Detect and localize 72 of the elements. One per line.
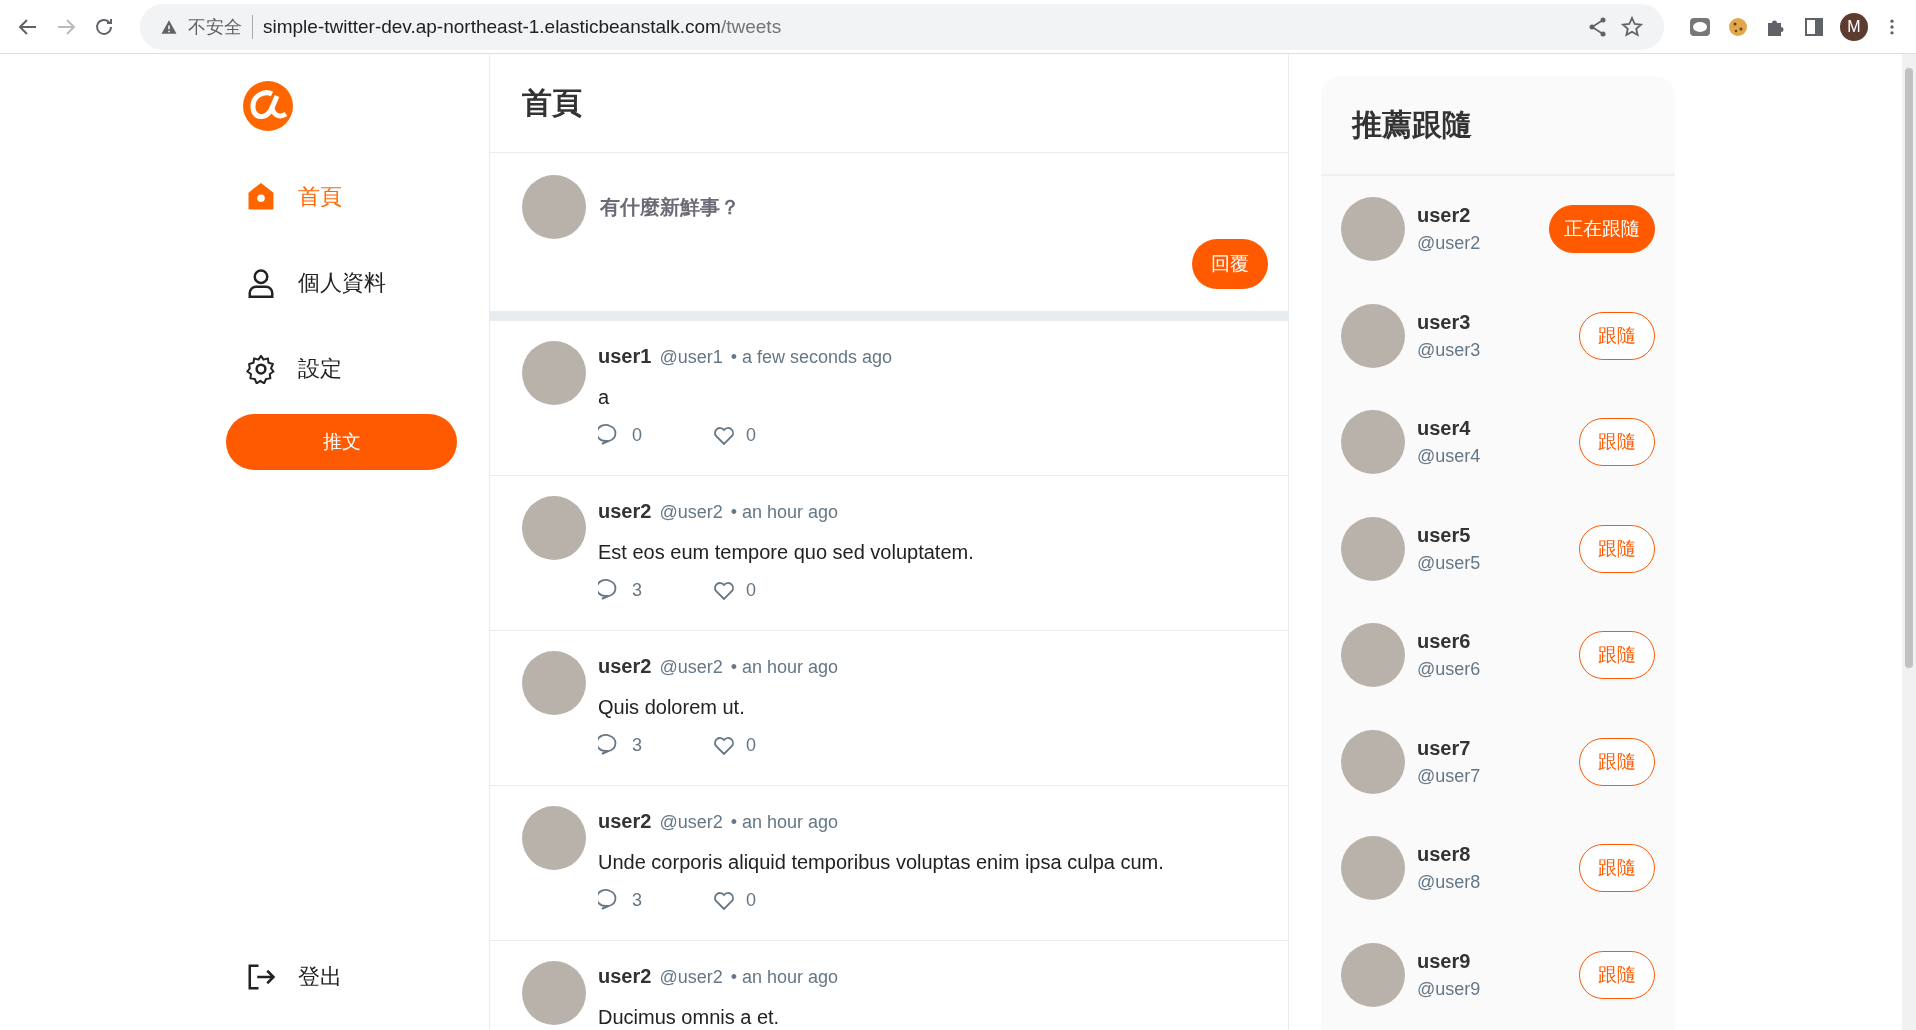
tweet-button[interactable]: 推文 — [226, 414, 457, 470]
user-handle: @user1 — [659, 347, 723, 368]
user-name[interactable]: user5 — [1417, 523, 1567, 547]
security-label: 不安全 — [188, 15, 242, 39]
reply-count[interactable]: 3 — [598, 888, 642, 912]
user-name[interactable]: user6 — [1417, 630, 1567, 654]
user-name[interactable]: user7 — [1417, 736, 1567, 760]
address-bar[interactable]: 不安全 simple-twitter-dev.ap-northeast-1.elasticbeanstalk.com/tweets — [140, 3, 1664, 50]
tweet-text: Unde corporis aliquid temporibus voluptas enim ipsa culpa cum. — [598, 851, 1164, 874]
like-count[interactable]: 0 — [712, 888, 757, 912]
user-name[interactable]: user2 — [598, 965, 652, 988]
reply-count[interactable]: 0 — [598, 423, 642, 447]
logout-item[interactable]: 登出 — [226, 934, 457, 1020]
like-count[interactable]: 0 — [712, 733, 757, 757]
tweet-text: Ducimus omnis a et. — [598, 1006, 781, 1029]
tweet-time: • an hour ago — [730, 967, 839, 988]
user-handle: @user2 — [1417, 233, 1482, 255]
user-name[interactable]: user2 — [598, 810, 652, 833]
user-name[interactable]: user8 — [1417, 843, 1567, 867]
user-handle: @user2 — [659, 502, 723, 523]
tweet-input[interactable]: 有什麼新鮮事？ — [598, 194, 1268, 220]
settings-icon — [246, 354, 276, 384]
user-name[interactable]: user9 — [1417, 949, 1567, 973]
tweet-time: • a few seconds ago — [730, 347, 893, 368]
follow-button[interactable]: 跟隨 — [1579, 844, 1655, 893]
follow-button[interactable]: 跟隨 — [1579, 418, 1655, 467]
nav-item[interactable]: 個人資料 — [226, 240, 457, 326]
tweet-time: • an hour ago — [730, 812, 839, 833]
user-handle: @user2 — [659, 657, 723, 678]
follow-button[interactable]: 跟隨 — [1579, 524, 1655, 573]
user-handle: @user3 — [1417, 339, 1482, 361]
user-name[interactable]: user2 — [598, 500, 652, 523]
scrollbar[interactable] — [1902, 54, 1916, 1030]
profile-avatar[interactable]: M — [1840, 12, 1868, 41]
user-name[interactable]: user3 — [1417, 310, 1567, 334]
user-name[interactable]: user1 — [598, 345, 652, 368]
follow-button[interactable]: 跟隨 — [1579, 737, 1655, 786]
user-handle: @user7 — [1417, 765, 1482, 787]
logo-icon[interactable] — [242, 80, 294, 132]
nav-item[interactable]: 設定 — [226, 326, 457, 412]
tweet-time: • an hour ago — [730, 502, 839, 523]
user-name[interactable]: user2 — [1417, 204, 1537, 228]
user-handle: @user5 — [1417, 552, 1482, 574]
logout-icon — [246, 962, 276, 992]
user-handle: @user2 — [659, 812, 723, 833]
url-text: simple-twitter-dev.ap-northeast-1.elasticbeanstalk.com/tweets — [263, 15, 782, 38]
user-handle: @user4 — [1417, 446, 1482, 468]
tweet-text: Est eos eum tempore quo sed voluptatem. — [598, 541, 974, 564]
person-icon — [246, 268, 276, 298]
user-handle: @user6 — [1417, 659, 1482, 681]
reply-button[interactable]: 回覆 — [1192, 239, 1268, 289]
user-name[interactable]: user4 — [1417, 417, 1567, 441]
tweet-time: • an hour ago — [730, 657, 839, 678]
follow-button[interactable]: 跟隨 — [1579, 950, 1655, 999]
user-handle: @user8 — [1417, 872, 1482, 894]
follow-button[interactable]: 跟隨 — [1579, 631, 1655, 680]
tweet-text: a — [598, 386, 611, 409]
star-icon[interactable] — [1620, 14, 1644, 39]
follow-button[interactable]: 跟隨 — [1579, 311, 1655, 360]
reply-count[interactable]: 3 — [598, 733, 642, 757]
like-count[interactable]: 0 — [712, 578, 757, 602]
reply-count[interactable]: 3 — [598, 578, 642, 602]
like-count[interactable]: 0 — [712, 423, 757, 447]
home-icon — [246, 182, 276, 212]
tweet-text: Quis dolorem ut. — [598, 696, 746, 719]
follow-button[interactable]: 正在跟隨 — [1549, 205, 1655, 254]
user-handle: @user9 — [1417, 978, 1482, 1000]
panel-title: 推薦跟隨 — [1352, 106, 1472, 143]
page-title: 首頁 — [522, 84, 582, 121]
nav-item[interactable]: 首頁 — [226, 154, 457, 240]
user-handle: @user2 — [659, 967, 723, 988]
user-name[interactable]: user2 — [598, 655, 652, 678]
